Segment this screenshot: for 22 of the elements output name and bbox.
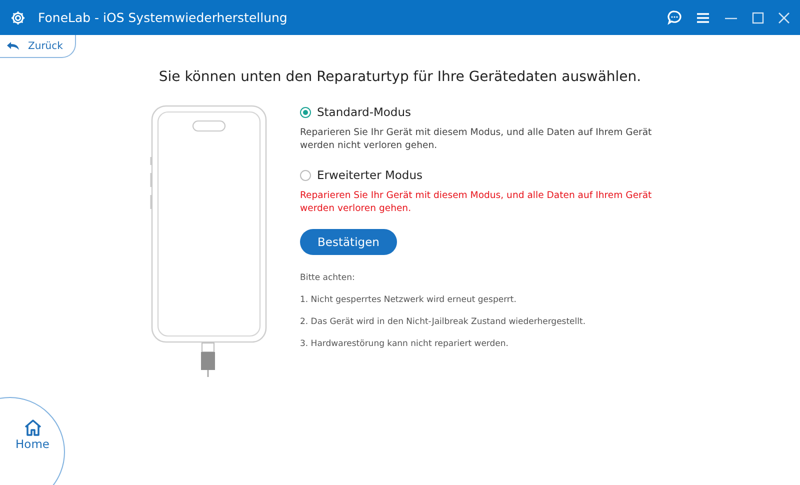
chat-bubble-icon[interactable] xyxy=(667,10,682,25)
note-item: 3. Hardwarestörung kann nicht repariert werden. xyxy=(300,339,510,349)
back-button[interactable]: Zurück xyxy=(0,35,76,58)
close-icon[interactable] xyxy=(778,12,790,24)
note-item: 1. Nicht gesperrtes Netzwerk wird erneut gesperrt. xyxy=(300,295,518,305)
gear-icon xyxy=(10,10,26,26)
radio-button[interactable] xyxy=(300,170,311,180)
window-title: FoneLab - iOS Systemwiederherstellung xyxy=(38,10,288,25)
mode-description: Reparieren Sie Ihr Gerät mit diesem Modus, und alle Daten auf Ihrem Gerät werden nicht verloren gehen. xyxy=(300,126,653,152)
menu-icon[interactable] xyxy=(696,12,710,24)
radio-button[interactable] xyxy=(300,106,311,118)
confirm-button[interactable]: Bestätigen xyxy=(300,229,397,255)
warning-text: Reparieren Sie Ihr Gerät mit diesem Modus, und alle Daten auf Ihrem Gerät werden verloren gehen. xyxy=(300,189,653,215)
home-icon xyxy=(24,419,42,436)
maximize-icon[interactable] xyxy=(752,12,764,24)
note-item: 2. Das Gerät wird in den Nicht-Jailbreak Zustand wiederhergestellt. xyxy=(300,317,587,327)
back-arrow-icon xyxy=(6,41,20,51)
mode-radio-option[interactable]: Standard-Modus xyxy=(300,105,672,119)
instruction-heading: Sie können unten den Reparaturtyp für Ihre Gerätedaten auswählen. xyxy=(158,69,642,85)
notes-title: Bitte achten: xyxy=(300,273,356,283)
mode-radio-option[interactable]: Erweiterter Modus xyxy=(300,168,672,182)
home-button[interactable]: Home xyxy=(0,397,65,485)
